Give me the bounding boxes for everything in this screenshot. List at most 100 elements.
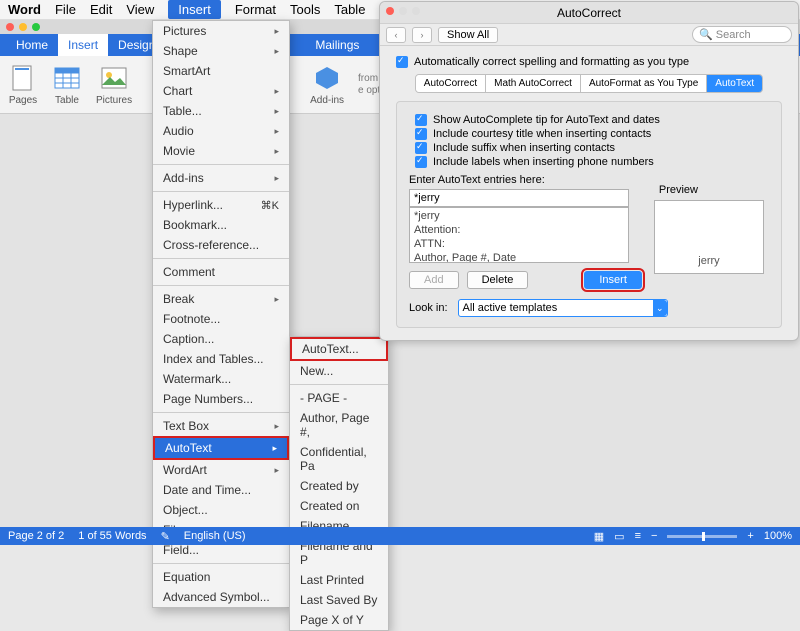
menu-insert[interactable]: Insert xyxy=(168,0,221,19)
app-menu[interactable]: Word xyxy=(8,2,41,17)
zoom-slider[interactable] xyxy=(667,535,737,538)
menu-item[interactable]: Add-ins xyxy=(153,168,289,188)
lookin-value: All active templates xyxy=(463,302,558,314)
submenu-item[interactable]: Created by xyxy=(290,476,388,496)
menu-item[interactable]: Bookmark... xyxy=(153,215,289,235)
zoom-icon[interactable] xyxy=(32,23,40,31)
tab-autotext[interactable]: AutoText xyxy=(707,75,762,92)
submenu-item[interactable]: Created on xyxy=(290,496,388,516)
preview-box: jerry xyxy=(654,200,764,274)
menu-file[interactable]: File xyxy=(55,2,76,17)
list-item[interactable]: *jerry xyxy=(414,209,624,223)
menu-item[interactable]: Table... xyxy=(153,101,289,121)
menu-item[interactable]: SmartArt xyxy=(153,61,289,81)
ribbon-pages[interactable]: Pages xyxy=(8,60,38,109)
dialog-title: AutoCorrect xyxy=(380,2,798,24)
zoom-value[interactable]: 100% xyxy=(764,530,792,542)
menu-item[interactable]: WordArt xyxy=(153,460,289,480)
dialog-toolbar: ‹ › Show All 🔍 Search xyxy=(380,24,798,46)
submenu-item[interactable]: Confidential, Pa xyxy=(290,442,388,476)
menu-edit[interactable]: Edit xyxy=(90,2,112,17)
list-item[interactable]: ATTN: xyxy=(414,237,624,251)
dialog-close-icon[interactable] xyxy=(386,7,394,15)
ribbon-pictures[interactable]: Pictures xyxy=(96,60,132,109)
insert-button[interactable]: Insert xyxy=(584,271,642,289)
menu-item[interactable]: Index and Tables... xyxy=(153,349,289,369)
menu-item[interactable]: Page Numbers... xyxy=(153,389,289,409)
tab-autocorrect[interactable]: AutoCorrect xyxy=(416,75,486,92)
ribbon-table[interactable]: Table xyxy=(52,60,82,109)
menu-item[interactable]: Caption... xyxy=(153,329,289,349)
menu-item[interactable]: Date and Time... xyxy=(153,480,289,500)
submenu-item[interactable]: Page X of Y xyxy=(290,610,388,630)
status-spell-icon[interactable]: ✎ xyxy=(161,530,170,543)
list-item[interactable]: Attention: xyxy=(414,223,624,237)
view-web-icon[interactable]: ▭ xyxy=(614,530,624,543)
ribbon-table-label: Table xyxy=(55,95,79,106)
submenu-item[interactable]: AutoText... xyxy=(290,337,388,361)
submenu-item[interactable]: New... xyxy=(290,361,388,381)
menu-item[interactable]: Object... xyxy=(153,500,289,520)
opt-label: Include courtesy title when inserting co… xyxy=(433,128,651,140)
ribbon-addins[interactable]: Add-ins xyxy=(310,60,344,109)
zoom-in-icon[interactable]: + xyxy=(747,530,753,542)
tab-math-autocorrect[interactable]: Math AutoCorrect xyxy=(486,75,581,92)
show-all-button[interactable]: Show All xyxy=(438,27,498,43)
delete-button[interactable]: Delete xyxy=(467,271,529,289)
menu-item[interactable]: Advanced Symbol... xyxy=(153,587,289,607)
minimize-icon[interactable] xyxy=(19,23,27,31)
menu-item[interactable]: Comment xyxy=(153,262,289,282)
menu-item[interactable]: Audio xyxy=(153,121,289,141)
menu-item[interactable]: Text Box xyxy=(153,416,289,436)
opt-suffix[interactable]: Include suffix when inserting contacts xyxy=(415,142,769,154)
menu-view[interactable]: View xyxy=(126,2,154,17)
menu-item[interactable]: AutoText xyxy=(153,436,289,460)
menu-item[interactable]: Footnote... xyxy=(153,309,289,329)
view-print-icon[interactable]: ▦ xyxy=(594,530,604,543)
menu-item[interactable]: Hyperlink...⌘K xyxy=(153,195,289,215)
tab-insert[interactable]: Insert xyxy=(58,34,108,56)
nav-back-button[interactable]: ‹ xyxy=(386,27,406,43)
addins-icon xyxy=(312,63,342,93)
menu-item[interactable]: Shape xyxy=(153,41,289,61)
status-words[interactable]: 1 of 55 Words xyxy=(78,530,146,542)
menu-format[interactable]: Format xyxy=(235,2,276,17)
submenu-item[interactable]: Last Printed xyxy=(290,570,388,590)
opt-courtesy[interactable]: Include courtesy title when inserting co… xyxy=(415,128,769,140)
menu-item[interactable]: Equation xyxy=(153,567,289,587)
auto-correct-check[interactable]: Automatically correct spelling and forma… xyxy=(396,56,782,68)
list-item[interactable]: Author, Page #, Date xyxy=(414,251,624,263)
autotext-list[interactable]: *jerryAttention:ATTN:Author, Page #, Dat… xyxy=(409,207,629,263)
submenu-item[interactable]: - PAGE - xyxy=(290,388,388,408)
menu-item[interactable]: Break xyxy=(153,289,289,309)
close-icon[interactable] xyxy=(6,23,14,31)
opt-autocomplete[interactable]: Show AutoComplete tip for AutoText and d… xyxy=(415,114,769,126)
opt-label: Show AutoComplete tip for AutoText and d… xyxy=(433,114,660,126)
menu-item[interactable]: Pictures xyxy=(153,21,289,41)
status-bar: Page 2 of 2 1 of 55 Words ✎ English (US)… xyxy=(0,527,800,545)
view-outline-icon[interactable]: ≡ xyxy=(635,530,641,542)
menu-item[interactable]: Watermark... xyxy=(153,369,289,389)
submenu-item[interactable]: Author, Page #, xyxy=(290,408,388,442)
tab-home[interactable]: Home xyxy=(6,34,58,56)
status-page[interactable]: Page 2 of 2 xyxy=(8,530,64,542)
lookin-select[interactable]: All active templates ⌄ xyxy=(458,299,668,317)
menu-item[interactable]: Cross-reference... xyxy=(153,235,289,255)
tab-mailings[interactable]: Mailings xyxy=(305,34,369,56)
search-input[interactable]: 🔍 Search xyxy=(692,26,792,43)
opt-labels[interactable]: Include labels when inserting phone numb… xyxy=(415,156,769,168)
zoom-out-icon[interactable]: − xyxy=(651,530,657,542)
preview-text: jerry xyxy=(698,255,719,267)
checkbox-icon xyxy=(415,114,427,126)
menu-tools[interactable]: Tools xyxy=(290,2,320,17)
autotext-entry-input[interactable] xyxy=(409,189,629,207)
nav-fwd-button[interactable]: › xyxy=(412,27,432,43)
tab-autoformat[interactable]: AutoFormat as You Type xyxy=(581,75,707,92)
menu-table[interactable]: Table xyxy=(334,2,365,17)
chevron-updown-icon: ⌄ xyxy=(653,300,667,316)
submenu-item[interactable]: Last Saved By xyxy=(290,590,388,610)
insert-menu: PicturesShapeSmartArtChartTable...AudioM… xyxy=(152,20,290,608)
menu-item[interactable]: Chart xyxy=(153,81,289,101)
menu-item[interactable]: Movie xyxy=(153,141,289,161)
status-lang[interactable]: English (US) xyxy=(184,530,246,542)
